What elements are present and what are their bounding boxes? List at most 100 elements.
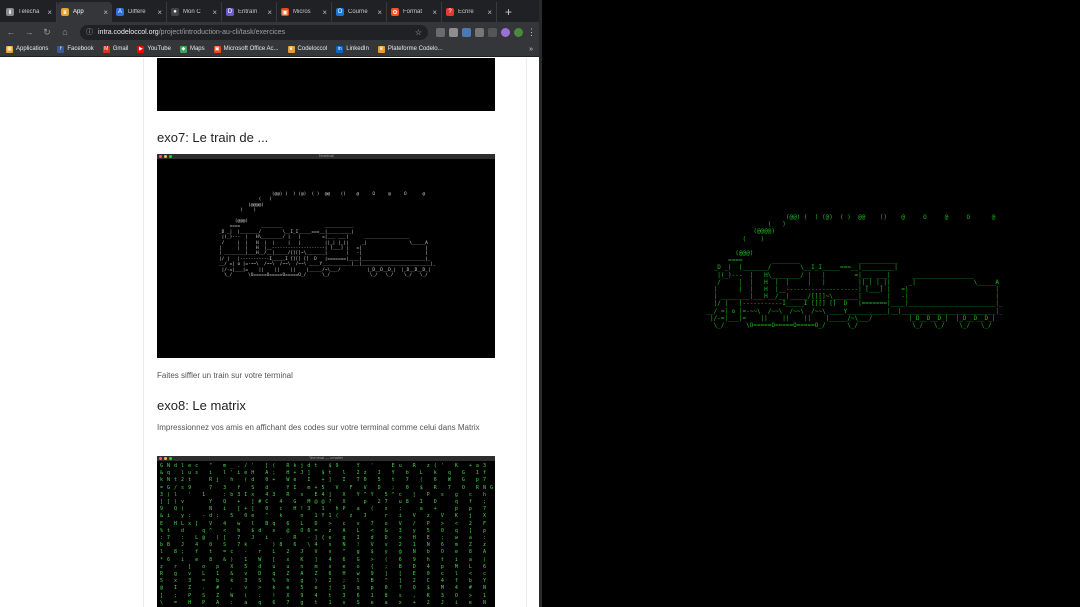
close-icon[interactable]: × <box>157 8 162 17</box>
codeloccol-icon: ♛ <box>287 45 295 53</box>
forward-arrow-icon[interactable]: → <box>22 27 36 37</box>
close-icon[interactable]: × <box>103 8 108 17</box>
bookmark-label: LinkedIn <box>346 46 369 52</box>
bookmark-label: Facebook <box>67 46 94 52</box>
bookmark-label: Plateforme Codelo... <box>387 46 443 52</box>
url-text[interactable]: intra.codeloccol.org/project/introductio… <box>98 29 285 36</box>
tab-label: Format <box>403 9 423 15</box>
exo8-description: Impressionnez vos amis en affichant des … <box>157 423 480 432</box>
codeloccol-icon: ♛ <box>377 45 385 53</box>
tab-6[interactable]: O Courrie × <box>332 2 387 22</box>
exo6-screenshot <box>157 58 495 111</box>
tab-8[interactable]: ? Écrire × <box>442 2 497 22</box>
window-titlebar: Terminal — cmatrix <box>157 455 495 461</box>
window-title: Terminal — cmatrix <box>308 455 344 460</box>
extension-icon[interactable] <box>449 27 458 37</box>
browser-toolbar: ← → ↻ ⌂ ⓘ intra.codeloccol.org/project/i… <box>0 22 539 42</box>
bookmark-label: Microsoft Office Ac... <box>223 46 279 52</box>
page-content: exo7: Le train de ... Terminal (@@) ( ) … <box>0 58 539 607</box>
tab-label: Entraîn <box>238 9 258 15</box>
tab-2[interactable]: A Différe × <box>112 2 167 22</box>
download-icon: ⬇ <box>6 8 14 16</box>
chevron-more-icon[interactable]: » <box>529 46 533 53</box>
address-bar[interactable]: ⓘ intra.codeloccol.org/project/introduct… <box>80 24 428 40</box>
github-icon: ● <box>171 8 179 16</box>
office-icon: ▣ <box>281 8 289 16</box>
bookmark-maps[interactable]: ◆ Maps <box>179 45 205 53</box>
tab-label: Télécha <box>18 9 40 15</box>
format-icon: ✿ <box>391 8 399 16</box>
browser-window: ⬇ Télécha × ♛ App × A Différe × ● Mon C × D Entra… <box>0 0 539 607</box>
exo7-screenshot: Terminal (@@) ( ) (@) ( ) @@ () @ O @ O … <box>157 153 495 358</box>
tab-label: Mon C <box>183 9 201 15</box>
exo8-title: exo8: Le matrix <box>157 398 246 413</box>
extension-icon[interactable] <box>462 27 471 37</box>
exo7-description: Faites siffler un train sur votre termin… <box>157 371 293 380</box>
apps-grid-icon: ▦ <box>6 45 13 53</box>
office-icon: ▣ <box>213 45 221 53</box>
tab-3[interactable]: ● Mon C × <box>167 2 222 22</box>
terminal-sl-train: (@@) ( ) (@) ( ) @@ () @ O @ O @ ( ) (@@… <box>706 214 1003 330</box>
new-tab-button[interactable]: + <box>497 2 520 22</box>
reload-icon[interactable]: ↻ <box>40 27 54 38</box>
d-logo-icon: D <box>226 8 234 16</box>
profile-avatar[interactable] <box>514 27 523 37</box>
terminal-window[interactable]: (@@) ( ) (@) ( ) @@ () @ O @ O @ ( ) (@@… <box>542 0 1080 607</box>
bookmark-applications[interactable]: ▦ Applications <box>6 45 49 53</box>
url-host: intra.codeloccol.org <box>98 28 159 36</box>
bookmark-youtube[interactable]: ▶ YouTube <box>137 45 171 53</box>
bookmark-codeloccol[interactable]: ♛ Codeloccol <box>287 45 328 53</box>
home-icon[interactable]: ⌂ <box>58 27 72 37</box>
tab-0[interactable]: ⬇ Télécha × <box>2 2 57 22</box>
maps-icon: ◆ <box>179 45 187 53</box>
bookmark-label: YouTube <box>147 46 171 52</box>
site-info-icon[interactable]: ⓘ <box>86 27 93 37</box>
bookmark-star-icon[interactable]: ☆ <box>415 28 422 37</box>
bookmark-label: Codeloccol <box>297 46 328 52</box>
close-icon[interactable]: × <box>487 8 492 17</box>
youtube-icon: ▶ <box>137 45 145 53</box>
tab-4[interactable]: D Entraîn × <box>222 2 277 22</box>
extension-icon[interactable] <box>488 27 497 37</box>
tab-strip: ⬇ Télécha × ♛ App × A Différe × ● Mon C × D Entra… <box>0 0 539 22</box>
exo8-screenshot: Terminal — cmatrix G N d l e c " m _ . /… <box>157 455 495 607</box>
tab-label: Différe <box>128 9 146 15</box>
close-icon[interactable]: × <box>377 8 382 17</box>
outlook-icon: O <box>336 8 344 16</box>
tab-7[interactable]: ✿ Format × <box>387 2 442 22</box>
a-logo-icon: A <box>116 8 124 16</box>
bookmark-label: Maps <box>189 46 205 52</box>
tab-1[interactable]: ♛ App × <box>57 2 112 22</box>
bookmark-facebook[interactable]: f Facebook <box>57 45 94 53</box>
extension-icon[interactable] <box>475 27 484 37</box>
extension-icon[interactable] <box>501 27 510 37</box>
bookmarks-bar: ▦ Applications f Facebook M Gmail ▶ YouTube … <box>0 42 539 57</box>
codeloccol-icon: ♛ <box>61 8 69 16</box>
ascii-train: (@@) ( ) (@) ( ) @@ () @ O @ O @ ( ) (@@… <box>219 192 436 279</box>
bookmark-label: Gmail <box>112 46 129 52</box>
tab-5[interactable]: ▣ Micros × <box>277 2 332 22</box>
more-menu-icon[interactable]: ⋮ <box>527 27 536 38</box>
bookmark-office[interactable]: ▣ Microsoft Office Ac... <box>213 45 279 53</box>
bookmark-label: Applications <box>16 46 49 52</box>
tab-label: App <box>73 9 84 15</box>
close-icon[interactable]: × <box>322 8 327 17</box>
close-icon[interactable]: × <box>432 8 437 17</box>
linkedin-icon: in <box>336 45 344 53</box>
back-arrow-icon[interactable]: ← <box>4 27 18 37</box>
url-path: /project/introduction-au-cli/task/exerci… <box>158 28 286 36</box>
tab-label: Écrire <box>458 9 474 15</box>
tab-label: Micros <box>293 9 311 15</box>
extension-icon[interactable] <box>436 27 445 37</box>
matrix-rain: G N d l e c " m _ . / ' [ ( R k j d t $ … <box>160 463 494 606</box>
bookmark-linkedin[interactable]: in LinkedIn <box>336 45 369 53</box>
facebook-icon: f <box>57 45 65 53</box>
close-icon[interactable]: × <box>47 8 52 17</box>
window-title: Terminal <box>318 153 334 158</box>
exo7-title: exo7: Le train de ... <box>157 130 269 145</box>
close-icon[interactable]: × <box>212 8 217 17</box>
bookmark-plateforme[interactable]: ♛ Plateforme Codelo... <box>377 45 443 53</box>
close-icon[interactable]: × <box>267 8 272 17</box>
tab-label: Courrie <box>348 9 368 15</box>
bookmark-gmail[interactable]: M Gmail <box>102 45 129 53</box>
